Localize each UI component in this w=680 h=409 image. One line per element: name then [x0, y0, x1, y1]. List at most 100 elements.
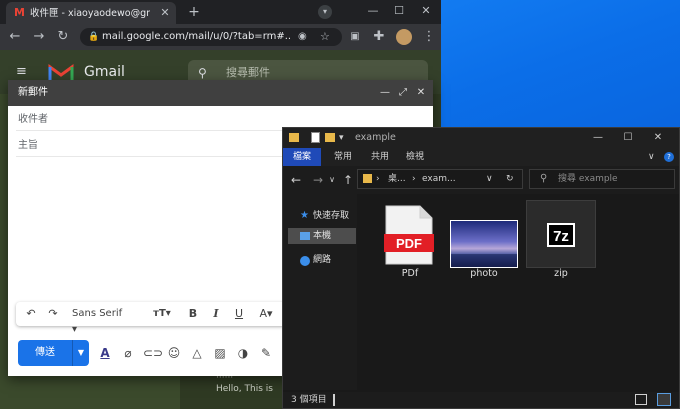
compose-header[interactable]: 新郵件 — ⤢ ✕: [8, 80, 433, 106]
image-file-icon: [450, 220, 518, 268]
7z-archive-icon: 7z: [547, 223, 575, 247]
lock-icon: 🔒: [88, 32, 100, 42]
path-folder-icon: [363, 174, 372, 183]
file-zip[interactable]: 7z: [526, 200, 596, 268]
attach-file-icon[interactable]: ⌀: [120, 345, 136, 361]
ribbon-expand-chevron-icon[interactable]: ∨: [648, 150, 660, 164]
compose-title: 新郵件: [18, 87, 48, 98]
item-count: 3 個項目: [291, 395, 327, 405]
explorer-back-icon[interactable]: ←: [288, 172, 304, 188]
refresh-icon[interactable]: ↻: [506, 173, 518, 185]
eye-icon[interactable]: ◉: [298, 29, 312, 45]
folder-icon: [289, 133, 299, 142]
chrome-close-button[interactable]: ✕: [413, 0, 439, 22]
ribbon-tab-home[interactable]: 常用: [326, 148, 360, 166]
new-tab-button[interactable]: +: [186, 4, 202, 20]
chrome-tab-gmail[interactable]: M 收件匣 - xiaoyaodewo@gmail... ✕: [6, 2, 176, 24]
up-folder-icon[interactable]: ↑: [340, 172, 356, 188]
bookmark-star-icon[interactable]: ☆: [320, 29, 334, 45]
explorer-minimize-button[interactable]: —: [583, 128, 613, 148]
tab-search-button[interactable]: ▾: [318, 5, 332, 19]
hamburger-menu-icon[interactable]: ≡: [16, 65, 30, 78]
large-icons-view-icon[interactable]: [657, 393, 671, 406]
compose-minimize-icon[interactable]: —: [378, 86, 392, 100]
status-divider: [333, 394, 335, 406]
explorer-search-placeholder: 搜尋 example: [558, 174, 618, 184]
explorer-path-bar[interactable]: › 桌... › exam... ∨ ↻: [357, 169, 523, 189]
gmail-wordmark: Gmail: [84, 64, 125, 80]
explorer-navigation-pane: [283, 194, 357, 390]
explorer-maximize-button[interactable]: ☐: [613, 128, 643, 148]
chrome-maximize-button[interactable]: ☐: [386, 0, 412, 22]
path-segment-example[interactable]: exam...: [422, 173, 482, 185]
redo-icon[interactable]: ↷: [46, 306, 60, 322]
send-options-chevron-icon[interactable]: ▼: [72, 340, 89, 366]
file-label: zip: [554, 268, 568, 279]
path-segment-desktop[interactable]: 桌...: [388, 173, 414, 185]
email-preview-snippet[interactable]: Hello, This is: [216, 383, 286, 395]
forward-arrow-icon[interactable]: →: [30, 28, 48, 46]
confidential-mode-icon[interactable]: ◑: [235, 345, 251, 361]
tab-title: 收件匣 - xiaoyaodewo@gmail...: [30, 8, 150, 19]
file-photo[interactable]: photo: [449, 200, 519, 279]
chrome-minimize-button[interactable]: —: [360, 0, 386, 22]
insert-link-icon[interactable]: ⊂⊃: [143, 345, 163, 361]
insert-photo-icon[interactable]: ▨: [212, 345, 228, 361]
address-bar-url: mail.google.com/mail/u/0/?tab=rm#...: [102, 31, 292, 42]
explorer-close-button[interactable]: ✕: [643, 128, 673, 148]
profile-avatar[interactable]: [396, 29, 412, 45]
compose-close-icon[interactable]: ✕: [414, 86, 428, 100]
properties-icon[interactable]: [311, 132, 320, 143]
details-view-icon[interactable]: [635, 394, 647, 405]
puzzle-extensions-icon[interactable]: ✚: [370, 28, 388, 46]
explorer-search-box[interactable]: ⚲ 搜尋 example: [529, 169, 675, 189]
file-pdf[interactable]: PDF PDf: [375, 200, 445, 279]
address-bar[interactable]: 🔒 mail.google.com/mail/u/0/?tab=rm#... ◉…: [80, 28, 342, 46]
this-pc-icon: [300, 232, 310, 240]
pdf-file-icon: PDF: [384, 205, 434, 265]
path-separator-icon: ›: [376, 174, 380, 184]
compose-fullscreen-icon[interactable]: ⤢: [396, 86, 410, 100]
explorer-title: example: [355, 132, 396, 143]
ribbon-tab-file[interactable]: 檔案: [283, 148, 321, 166]
network-icon: [300, 256, 310, 266]
nav-network[interactable]: 網路: [313, 253, 368, 267]
svg-text:7z: 7z: [553, 228, 569, 245]
font-select[interactable]: Sans Serif ▾: [72, 306, 130, 335]
back-arrow-icon[interactable]: ←: [6, 28, 24, 46]
text-color-icon[interactable]: A▾: [255, 306, 277, 322]
extension-icon[interactable]: ▣: [346, 28, 364, 46]
send-button[interactable]: 傳送: [18, 340, 72, 366]
italic-icon[interactable]: I: [209, 306, 223, 322]
recent-locations-icon[interactable]: ∨: [324, 172, 340, 188]
new-folder-icon[interactable]: [325, 133, 335, 142]
underline-icon[interactable]: U: [232, 306, 246, 322]
help-icon[interactable]: ?: [664, 152, 674, 162]
nav-this-pc[interactable]: 本機: [313, 229, 368, 243]
nav-quick-access[interactable]: 快速存取: [313, 209, 368, 223]
recipients-field[interactable]: 收件者: [18, 112, 418, 128]
search-icon[interactable]: ⚲: [198, 65, 212, 81]
file-label: photo: [470, 268, 498, 279]
google-drive-icon[interactable]: △: [189, 345, 205, 361]
quick-access-dropdown-icon[interactable]: ▾: [339, 131, 349, 145]
file-label: PDf: [401, 268, 419, 279]
undo-icon[interactable]: ↶: [24, 306, 38, 322]
font-size-icon[interactable]: тT▾: [150, 306, 174, 322]
search-icon: ⚲: [540, 173, 548, 184]
reload-icon[interactable]: ↻: [54, 28, 72, 46]
ribbon-tab-share[interactable]: 共用: [363, 148, 397, 166]
chrome-menu-icon[interactable]: ⋮: [420, 28, 438, 46]
quick-access-star-icon: ★: [300, 210, 309, 221]
tab-close-icon[interactable]: ✕: [158, 6, 172, 20]
signature-pen-icon[interactable]: ✎: [258, 345, 274, 361]
gmail-search-placeholder: 搜尋郵件: [226, 66, 270, 79]
bold-icon[interactable]: B: [186, 306, 200, 322]
explorer-status-bar: 3 個項目: [283, 392, 679, 408]
gmail-favicon-icon: M: [14, 6, 25, 19]
formatting-options-icon[interactable]: A: [97, 345, 113, 361]
font-select-value: Sans Serif: [72, 308, 123, 319]
insert-emoji-icon[interactable]: ☺: [166, 345, 182, 361]
path-dropdown-icon[interactable]: ∨: [486, 173, 496, 185]
ribbon-tab-view[interactable]: 檢視: [398, 148, 432, 166]
